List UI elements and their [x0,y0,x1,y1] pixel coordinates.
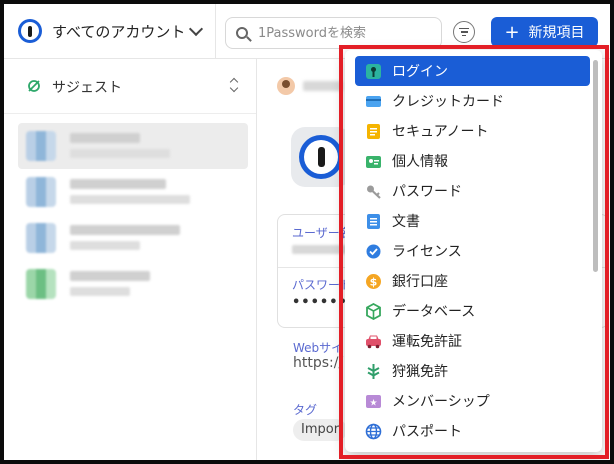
app-logo-icon [18,19,42,43]
item-icon [26,223,56,253]
app-window: すべてのアカウント + 新規項目 サジェスト [4,4,610,460]
new-item-button[interactable]: + 新規項目 [491,17,598,47]
website-value[interactable]: https:// [293,355,343,371]
list-item[interactable] [18,123,248,169]
highlight-frame [339,45,609,459]
tag-label: タグ [293,403,318,417]
list-item[interactable] [18,261,248,307]
chevron-down-icon [189,21,204,37]
item-icon [26,131,56,161]
new-item-label: 新規項目 [528,25,585,41]
plus-icon: + [504,21,520,43]
item-title-redacted [70,225,180,235]
item-title-redacted [70,179,166,189]
divider [215,4,216,58]
account-label: すべてのアカウント [52,22,186,41]
owner-name-redacted [303,81,343,91]
list-item[interactable] [18,169,248,215]
item-subtitle-redacted [70,287,130,296]
suggest-label: サジェスト [52,80,122,96]
search-icon [236,27,248,39]
owner-avatar [277,77,295,95]
item-subtitle-redacted [70,241,140,250]
item-subtitle-redacted [70,195,190,204]
item-icon [26,269,56,299]
item-title-redacted [70,133,140,143]
account-switcher[interactable]: すべてのアカウント [18,16,204,46]
suggest-icon [28,80,40,92]
item-list-pane: サジェスト [4,59,257,460]
item-subtitle-redacted [70,149,170,158]
search-input[interactable] [256,24,430,42]
suggest-filter[interactable]: サジェスト [4,59,256,114]
item-icon [26,177,56,207]
filter-icon[interactable] [453,21,475,43]
sort-icon[interactable] [230,77,238,93]
list-item[interactable] [18,215,248,261]
item-title-redacted [70,271,150,281]
